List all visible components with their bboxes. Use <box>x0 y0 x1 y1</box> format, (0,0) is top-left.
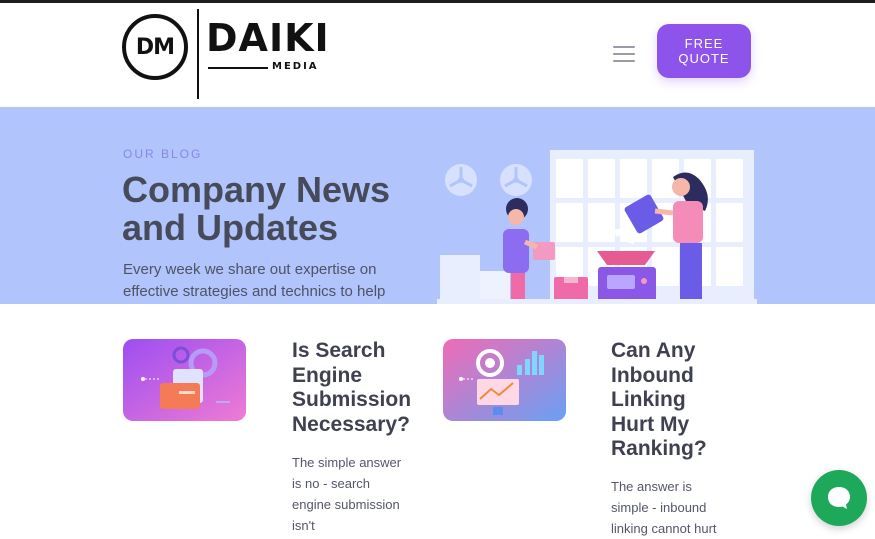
hamburger-menu-icon[interactable] <box>613 46 635 62</box>
blog-posts: Is Search Engine Submission Necessary? T… <box>0 304 875 536</box>
post-excerpt-inbound-linking: The answer is simple - inbound linking c… <box>611 479 717 536</box>
logo-divider <box>197 9 199 99</box>
hero-eyebrow: OUR BLOG <box>123 147 203 161</box>
logo-underline <box>208 67 268 69</box>
hero-title: Company News and Updates <box>122 169 391 248</box>
post-excerpt-search-engine: The simple answer is no - search engine … <box>292 455 402 533</box>
blog-hero: OUR BLOG Company News and Updates Every … <box>0 107 875 304</box>
free-quote-button[interactable]: FREE QUOTE <box>657 24 751 78</box>
site-header: DM DAIKI MEDIA FREE QUOTE <box>0 3 875 107</box>
post-title-inbound-linking[interactable]: Can Any Inbound Linking Hurt My Ranking? <box>611 339 731 462</box>
daiki-media-logo[interactable]: DM DAIKI MEDIA <box>122 9 352 99</box>
logo-wordmark: DAIKI <box>206 16 330 60</box>
post-title-search-engine[interactable]: Is Search Engine Submission Necessary? <box>292 339 432 437</box>
logo-monogram: DM <box>122 14 188 80</box>
team-packing-illustration <box>437 150 757 304</box>
post-thumbnail-inbound-linking[interactable] <box>443 339 566 421</box>
logo-subtitle: MEDIA <box>272 61 319 72</box>
chat-bubble-icon[interactable] <box>811 470 867 526</box>
post-thumbnail-search-engine[interactable] <box>123 339 246 421</box>
hero-description: Every week we share out expertise on eff… <box>123 261 386 300</box>
